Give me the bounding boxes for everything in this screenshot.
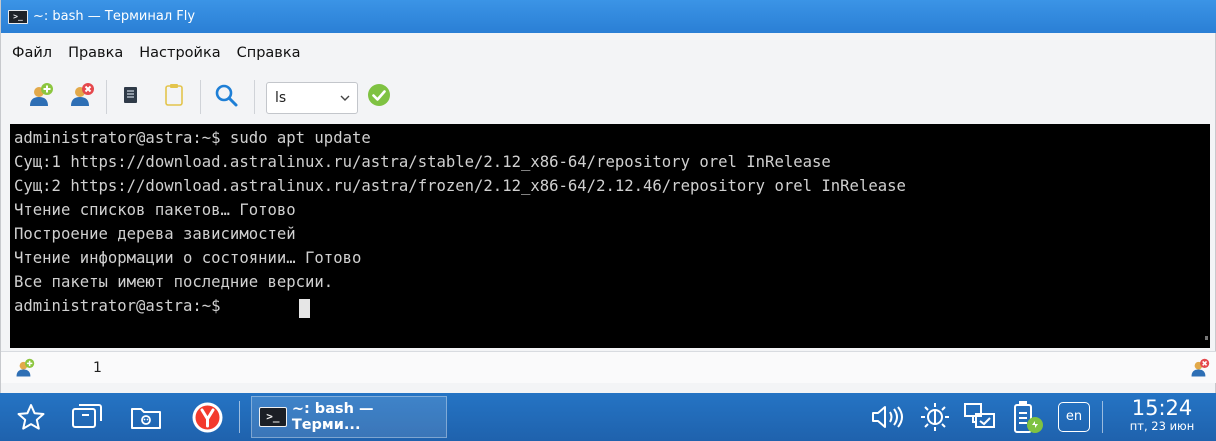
run-command-icon[interactable]: [366, 82, 392, 108]
keyboard-layout-indicator[interactable]: en: [1058, 402, 1090, 432]
terminal-line: Сущ:2 https://download.astralinux.ru/ast…: [14, 177, 906, 195]
close-session-icon[interactable]: [69, 82, 95, 108]
search-icon[interactable]: [213, 82, 239, 108]
terminal-scrollbar[interactable]: [1205, 336, 1208, 340]
terminal-line: Сущ:1 https://download.astralinux.ru/ast…: [14, 153, 831, 171]
volume-icon[interactable]: [870, 404, 906, 430]
chevron-down-icon: [340, 95, 350, 101]
copy-icon[interactable]: [118, 82, 144, 108]
menu-bar: Файл Правка Настройка Справка: [1, 38, 1216, 68]
terminal-prompt-line: administrator@astra:~$: [14, 297, 230, 315]
terminal-line: administrator@astra:~$ sudo apt update: [14, 129, 371, 147]
start-menu-icon[interactable]: [15, 402, 47, 434]
battery-icon[interactable]: [1010, 399, 1046, 435]
file-manager-icon[interactable]: [129, 401, 163, 433]
terminal-line: Все пакеты имеют последние версии.: [14, 273, 334, 291]
taskbar: >_ ~: bash — Терми... en 15:24 пт, 23 ию…: [0, 393, 1216, 441]
clock-date: пт, 23 июн: [1129, 419, 1195, 433]
brightness-icon[interactable]: [918, 401, 952, 433]
clock-time: 15:24: [1131, 396, 1193, 420]
window-title: ~: bash — Терминал Fly: [33, 9, 196, 24]
network-icon[interactable]: [963, 401, 997, 433]
menu-edit[interactable]: Правка: [68, 45, 123, 61]
session-tab-bar: 1: [1, 351, 1216, 383]
menu-help[interactable]: Справка: [237, 45, 301, 61]
terminal-window: >_ ~: bash — Терминал Fly Файл Правка На…: [0, 0, 1216, 393]
toolbar: [1, 70, 1216, 122]
close-tab-icon[interactable]: [1190, 358, 1210, 378]
task-label: ~: bash — Терми...: [291, 401, 374, 433]
menu-file[interactable]: Файл: [12, 45, 52, 61]
terminal-icon: >_: [259, 407, 287, 427]
desktops-icon[interactable]: [70, 401, 104, 433]
command-select[interactable]: ls: [266, 82, 358, 114]
taskbar-task-terminal[interactable]: >_ ~: bash — Терми...: [251, 396, 447, 438]
clock[interactable]: 15:24 пт, 23 июн: [1110, 397, 1214, 433]
tab-session-1[interactable]: 1: [93, 360, 102, 376]
title-bar[interactable]: >_ ~: bash — Терминал Fly: [1, 0, 1216, 33]
terminal-line: Построение дерева зависимостей: [14, 225, 296, 243]
command-select-value: ls: [275, 90, 287, 106]
new-session-icon[interactable]: [28, 82, 54, 108]
paste-icon[interactable]: [161, 82, 187, 108]
menu-settings[interactable]: Настройка: [139, 45, 220, 61]
terminal-output[interactable]: administrator@astra:~$ sudo apt update С…: [10, 124, 1210, 348]
yandex-browser-icon[interactable]: [191, 401, 224, 434]
terminal-line: Чтение списков пакетов… Готово: [14, 201, 296, 219]
terminal-line: Чтение информации о состоянии… Готово: [14, 249, 362, 267]
terminal-icon: >_: [8, 9, 28, 24]
new-tab-icon[interactable]: [15, 358, 35, 378]
text-cursor: [299, 299, 310, 318]
